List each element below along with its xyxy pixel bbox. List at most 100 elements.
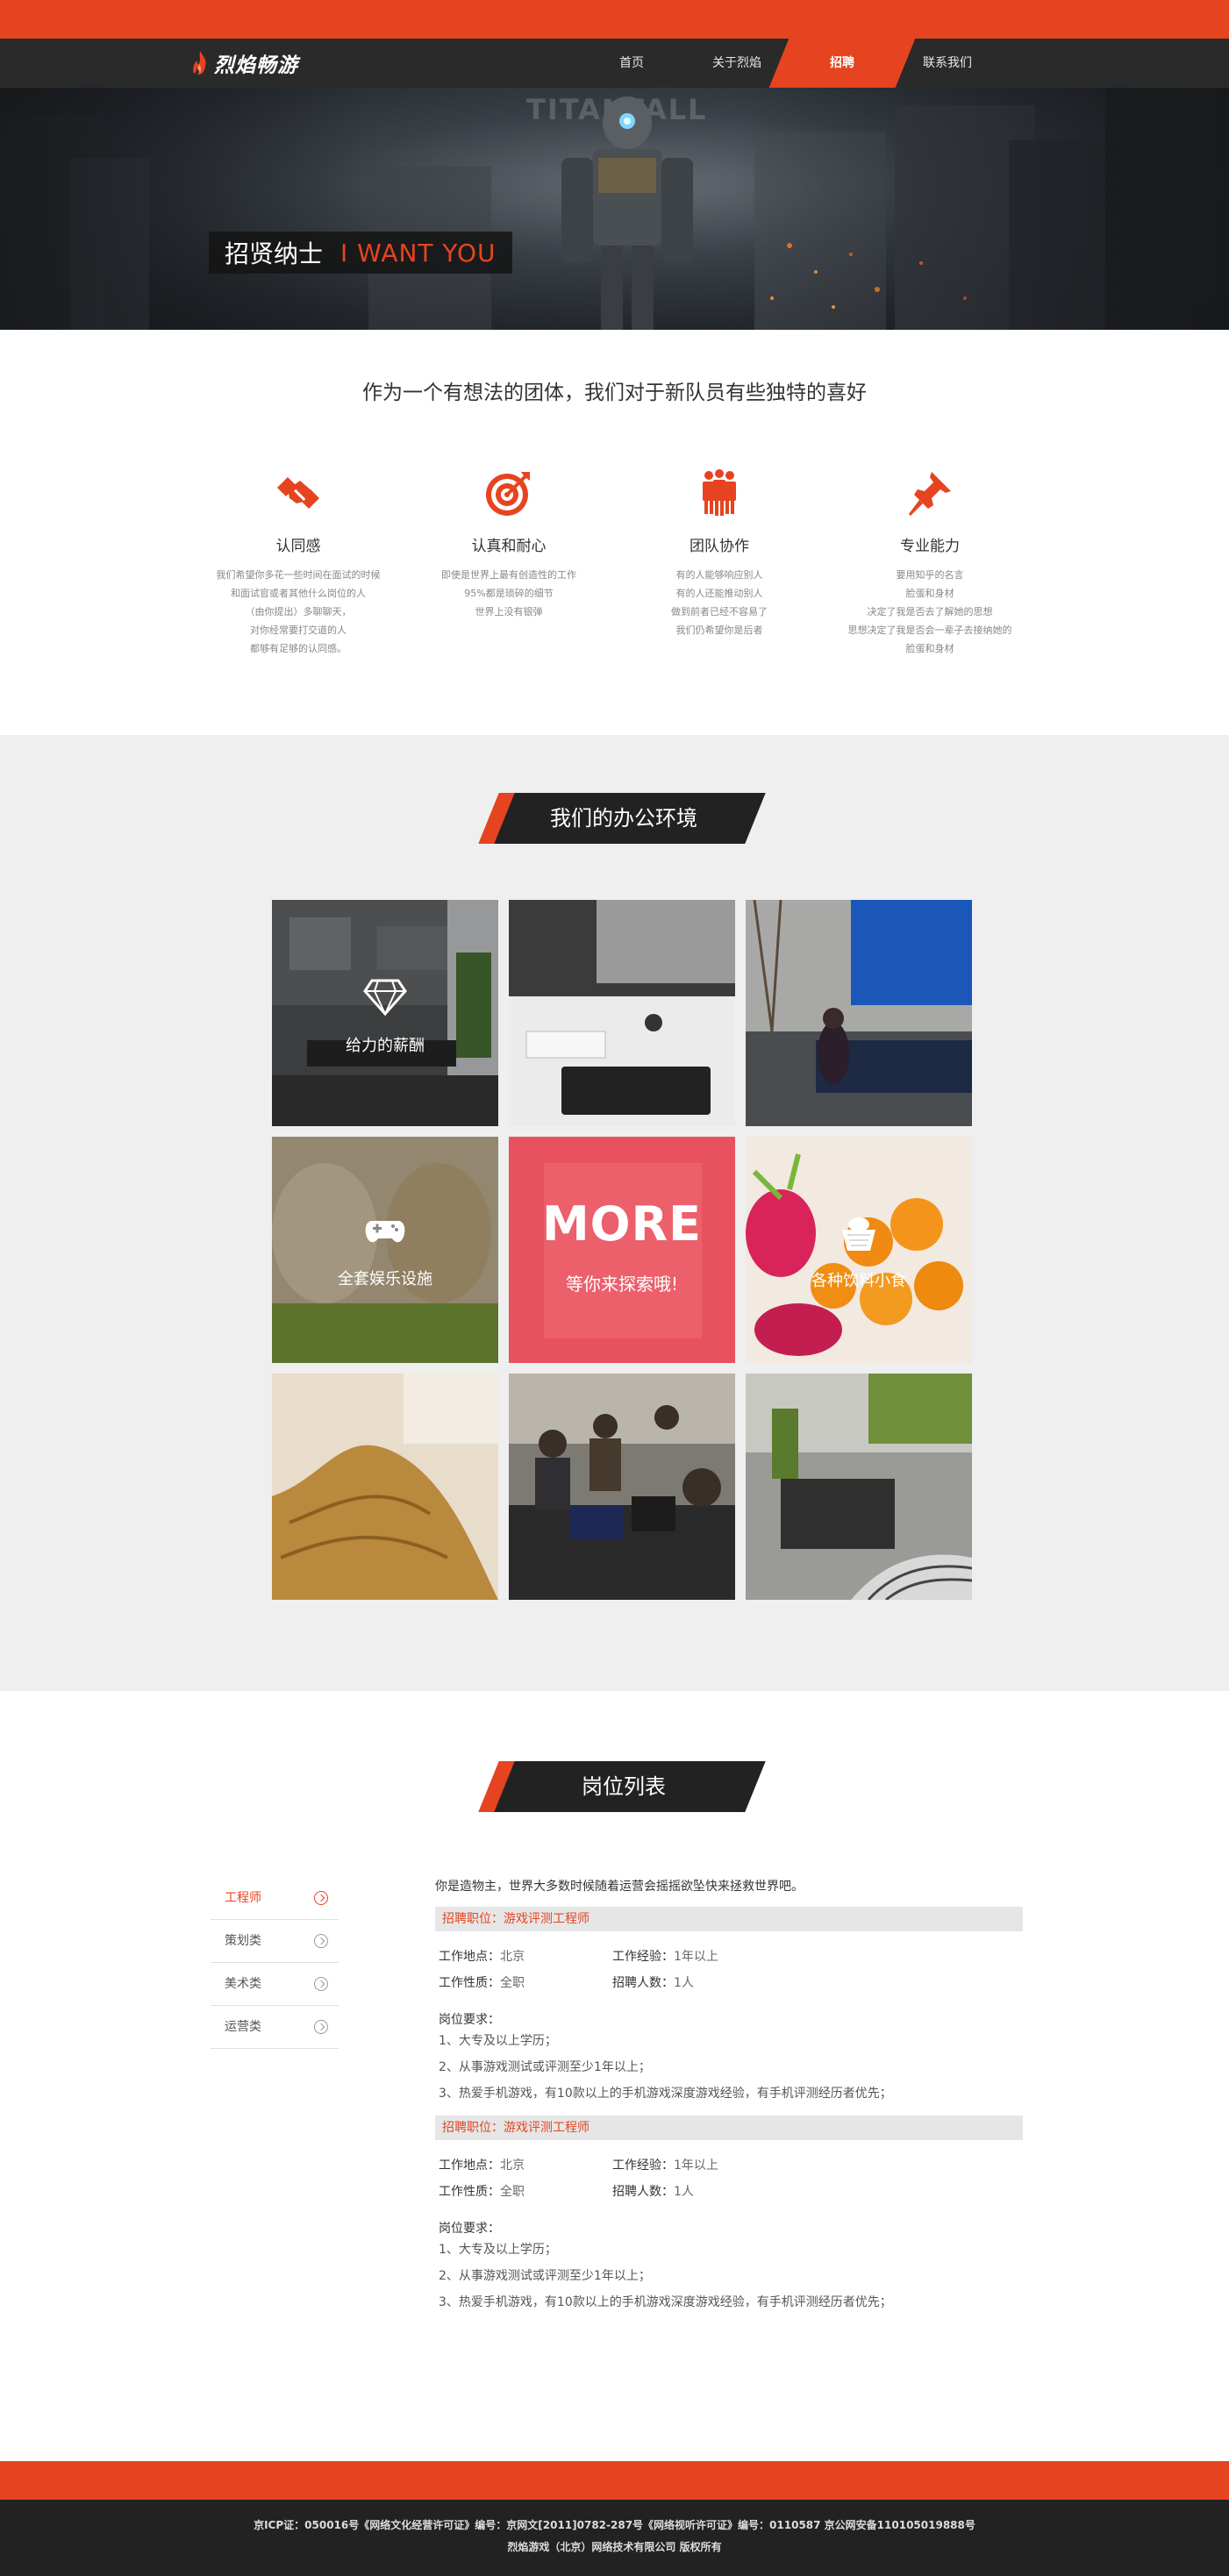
chevron-right-icon bbox=[314, 1891, 328, 1905]
hero-title-cn: 招贤纳士 bbox=[225, 239, 324, 268]
feature-desc-line: 世界上没有银弹 bbox=[475, 606, 543, 617]
feature-desc-line: 做到前者已经不容易了 bbox=[671, 606, 768, 617]
meta-label: 招聘人数： bbox=[612, 1976, 674, 1990]
job-list: 你是造物主，世界大多数时候随着运营会摇摇欲坠快来拯救世界吧。 招聘职位：游戏评测… bbox=[435, 1877, 1023, 2316]
logo[interactable]: 烈焰畅游 bbox=[191, 49, 298, 77]
meta-value: 1年以上 bbox=[674, 2159, 718, 2173]
feature-desc: 我们希望你多花一些时间在面试的时候 和面试官或者其他什么岗位的人 （由你提出）多… bbox=[193, 566, 404, 658]
job-type: 工作性质：全职 bbox=[439, 1973, 525, 1991]
req-title: 岗位要求： bbox=[439, 2013, 500, 2027]
nav-label: 关于烈焰 bbox=[712, 56, 761, 70]
logo-text: 烈焰畅游 bbox=[214, 54, 298, 77]
job-heading: 招聘职位：游戏评测工程师 bbox=[435, 1907, 1023, 1931]
feature-desc-line: 即使是世界上最有创造性的工作 bbox=[441, 569, 576, 581]
req-line: 1、大专及以上学历； bbox=[439, 2243, 557, 2257]
job-location: 工作地点：北京 bbox=[439, 2156, 525, 2173]
job-meta: 工作地点：北京 工作经验：1年以上 工作性质：全职 招聘人数：1人 bbox=[435, 1931, 1023, 1991]
office-section: 我们的办公环境 给力的薪酬 全套娱乐设施 MORE 等你来探索哦! 各种饮料小食 bbox=[0, 735, 1229, 1691]
category-operations[interactable]: 运营类 bbox=[211, 2006, 339, 2049]
nav-label: 招聘 bbox=[830, 56, 854, 70]
job-headcount: 招聘人数：1人 bbox=[612, 1973, 694, 1991]
office-photo-rattan bbox=[272, 1374, 498, 1600]
feature-desc-line: 我们仍希望你是后者 bbox=[675, 624, 763, 636]
office-tile-team[interactable] bbox=[509, 1374, 735, 1600]
job-category-menu: 工程师 策划类 美术类 运营类 bbox=[211, 1877, 339, 2049]
office-photo-lounge bbox=[746, 1374, 972, 1600]
hero-title-bar: 招贤纳士 I WANT YOU bbox=[209, 232, 512, 274]
office-tile-desk[interactable] bbox=[509, 900, 735, 1126]
chevron-right-icon bbox=[314, 1977, 328, 1991]
category-label: 运营类 bbox=[225, 2020, 261, 2034]
job-experience: 工作经验：1年以上 bbox=[612, 2156, 718, 2173]
jobs-section-header: 岗位列表 bbox=[478, 1761, 766, 1812]
office-photo-team bbox=[509, 1374, 735, 1600]
tile-label: 给力的薪酬 bbox=[346, 1037, 425, 1055]
nav-contact[interactable]: 联系我们 bbox=[895, 39, 1000, 88]
footer: 京ICP证：050016号《网络文化经营许可证》编号：京网文[2011]0782… bbox=[0, 2500, 1229, 2576]
office-photo-grid: 给力的薪酬 全套娱乐设施 MORE 等你来探索哦! 各种饮料小食 bbox=[272, 900, 975, 1603]
intro-title: 作为一个有想法的团体，我们对于新队员有些独特的喜好 bbox=[362, 382, 867, 404]
feature-professional: 专业能力 要用知乎的名言 脸蛋和身材 决定了我是否去了解她的思想 思想决定了我是… bbox=[825, 465, 1035, 658]
feature-identity: 认同感 我们希望你多花一些时间在面试的时候 和面试官或者其他什么岗位的人 （由你… bbox=[193, 465, 404, 658]
nav-label: 联系我们 bbox=[923, 56, 972, 70]
chevron-right-icon bbox=[314, 2020, 328, 2034]
category-art[interactable]: 美术类 bbox=[211, 1963, 339, 2006]
chevron-right-icon bbox=[314, 1934, 328, 1948]
flame-icon bbox=[193, 51, 206, 75]
job-location: 工作地点：北京 bbox=[439, 1947, 525, 1965]
category-planning[interactable]: 策划类 bbox=[211, 1920, 339, 1963]
category-label: 策划类 bbox=[225, 1934, 261, 1948]
feature-desc-line: 要用知乎的名言 bbox=[896, 569, 964, 581]
req-line: 2、从事游戏测试或评测至少1年以上； bbox=[439, 2060, 651, 2074]
feature-desc-line: 都够有足够的认同感。 bbox=[250, 643, 347, 654]
office-tile-rattan[interactable] bbox=[272, 1374, 498, 1600]
feature-desc-line: 和面试官或者其他什么岗位的人 bbox=[231, 588, 366, 599]
office-tile-more[interactable]: MORE 等你来探索哦! bbox=[509, 1137, 735, 1363]
feature-title: 专业能力 bbox=[900, 538, 960, 555]
office-tile-salary[interactable]: 给力的薪酬 bbox=[272, 900, 498, 1126]
feature-desc-line: 决定了我是否去了解她的思想 bbox=[867, 606, 993, 617]
req-line: 1、大专及以上学历； bbox=[439, 2034, 557, 2048]
team-icon bbox=[703, 469, 736, 516]
hero-title-en: I WANT YOU bbox=[340, 238, 497, 268]
feature-desc-line: 对你经常要打交道的人 bbox=[250, 624, 347, 636]
meta-value: 北京 bbox=[500, 2159, 525, 2173]
office-photo-desk bbox=[509, 900, 735, 1126]
office-tile-lounge[interactable] bbox=[746, 1374, 972, 1600]
tile-label: 等你来探索哦! bbox=[565, 1274, 679, 1295]
req-line: 3、热爱手机游戏，有10款以上的手机游戏深度游戏经验，有手机评测经历者优先； bbox=[439, 2087, 892, 2101]
meta-label: 招聘人数： bbox=[612, 2185, 674, 2199]
meta-value: 1人 bbox=[674, 2185, 694, 2199]
feature-desc-line: 脸蛋和身材 bbox=[905, 643, 954, 654]
feature-teamwork: 团队协作 有的人能够响应别人 有的人还能推动别人 做到前者已经不容易了 我们仍希… bbox=[614, 465, 825, 639]
meta-label: 工作性质： bbox=[439, 1976, 500, 1990]
job-type: 工作性质：全职 bbox=[439, 2182, 525, 2200]
meta-label: 工作性质： bbox=[439, 2185, 500, 2199]
office-title: 我们的办公环境 bbox=[550, 806, 697, 831]
job-intro: 你是造物主，世界大多数时候随着运营会摇摇欲坠快来拯救世界吧。 bbox=[435, 1880, 804, 1894]
office-photo-chairs bbox=[272, 1137, 498, 1363]
feature-title: 认同感 bbox=[275, 538, 321, 555]
jobs-title: 岗位列表 bbox=[582, 1774, 666, 1799]
job-posting: 招聘职位：游戏评测工程师 工作地点：北京 工作经验：1年以上 工作性质：全职 招… bbox=[435, 2116, 1023, 2316]
req-line: 3、热爱手机游戏，有10款以上的手机游戏深度游戏经验，有手机评测经历者优先； bbox=[439, 2295, 892, 2309]
footer-copyright: 烈焰游戏（北京）网络技术有限公司 版权所有 bbox=[507, 2541, 722, 2553]
job-posting: 招聘职位：游戏评测工程师 工作地点：北京 工作经验：1年以上 工作性质：全职 招… bbox=[435, 1907, 1023, 2107]
feature-desc-line: 脸蛋和身材 bbox=[905, 588, 954, 599]
category-engineer[interactable]: 工程师 bbox=[211, 1877, 339, 1920]
nav-recruit[interactable]: 招聘 bbox=[790, 39, 895, 88]
meta-value: 全职 bbox=[500, 2185, 525, 2199]
office-tile-entertainment[interactable]: 全套娱乐设施 bbox=[272, 1137, 498, 1363]
nav-home[interactable]: 首页 bbox=[579, 39, 684, 88]
job-experience: 工作经验：1年以上 bbox=[612, 1947, 718, 1965]
feature-desc-line: （由你提出）多聊聊天， bbox=[245, 606, 352, 617]
job-meta: 工作地点：北京 工作经验：1年以上 工作性质：全职 招聘人数：1人 bbox=[435, 2140, 1023, 2200]
feature-diligence: 认真和耐心 即使是世界上最有创造性的工作 95%都是琐碎的细节 世界上没有银弹 bbox=[404, 465, 614, 621]
tile-label: 全套娱乐设施 bbox=[338, 1270, 432, 1288]
office-tile-meeting[interactable] bbox=[746, 900, 972, 1126]
main-nav: 烈焰畅游 首页 关于烈焰 招聘 联系我们 bbox=[0, 39, 1229, 88]
office-tile-snacks[interactable]: 各种饮料小食 bbox=[746, 1137, 972, 1363]
feature-desc-line: 95%都是琐碎的细节 bbox=[464, 588, 554, 599]
meta-label: 工作经验： bbox=[612, 1950, 674, 1964]
job-headcount: 招聘人数：1人 bbox=[612, 2182, 694, 2200]
